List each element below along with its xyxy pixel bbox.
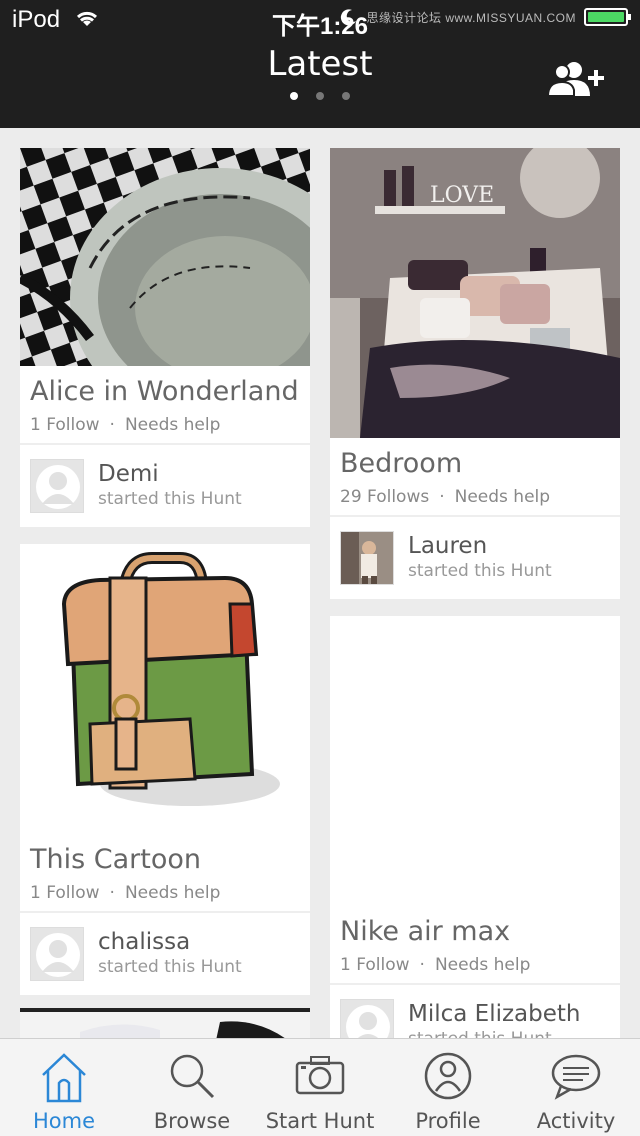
follow-count: 1 Follow xyxy=(30,883,100,903)
page-indicator[interactable] xyxy=(0,92,640,100)
tab-label: Start Hunt xyxy=(265,1109,375,1133)
hunt-title: Alice in Wonderland xyxy=(30,376,299,407)
user-name[interactable]: Milca Elizabeth xyxy=(408,1001,581,1027)
top-bar: iPod 下午1:26 思缘设计论坛 www.MISSYUAN.COM Late… xyxy=(0,0,640,128)
hunt-meta: 1 Follow · Needs help xyxy=(20,407,310,443)
user-name[interactable]: Lauren xyxy=(408,533,487,559)
person-plus-icon[interactable] xyxy=(548,60,606,98)
user-action: started this Hunt xyxy=(408,561,552,581)
tab-profile[interactable]: Profile xyxy=(384,1039,512,1136)
hunt-starter[interactable]: Lauren started this Hunt xyxy=(330,515,620,599)
hunt-starter[interactable]: Milca Elizabeth started this Hunt xyxy=(330,983,620,1038)
hunt-meta: 1 Follow · Needs help xyxy=(330,947,620,983)
hunt-title: Bedroom xyxy=(340,448,463,479)
tab-start-hunt[interactable]: Start Hunt xyxy=(256,1039,384,1136)
magnifier-icon xyxy=(170,1054,215,1099)
follow-count: 1 Follow xyxy=(30,415,100,435)
hunt-image[interactable]: LOVE xyxy=(330,148,620,438)
needs-help-label: Needs help xyxy=(124,883,221,903)
user-name[interactable]: Demi xyxy=(98,461,159,487)
tab-label: Activity xyxy=(536,1109,616,1133)
user-action: started this Hunt xyxy=(98,957,242,977)
tab-label: Browse xyxy=(153,1109,231,1133)
tab-label: Profile xyxy=(415,1109,481,1133)
hunt-starter[interactable]: chalissa started this Hunt xyxy=(20,911,310,995)
meta-separator: · xyxy=(439,487,445,507)
hunt-title: This Cartoon xyxy=(30,844,201,875)
follow-count: 1 Follow xyxy=(340,955,410,975)
hunt-card[interactable]: This Cartoon 1 Follow · Needs help chaliss… xyxy=(20,544,310,995)
status-right: 思缘设计论坛 www.MISSYUAN.COM xyxy=(340,8,631,26)
needs-help-label: Needs help xyxy=(124,415,221,435)
hunt-title: Nike air max xyxy=(340,916,511,947)
speech-bubble-icon xyxy=(551,1054,601,1100)
page-title: Latest xyxy=(267,44,373,84)
hunt-meta: 29 Follows · Needs help xyxy=(330,479,620,515)
hunt-card[interactable]: LOVE Bedroom 29 Follows · Needs help Lau… xyxy=(330,148,620,599)
avatar[interactable] xyxy=(30,459,84,513)
meta-separator: · xyxy=(419,955,425,975)
page-dot[interactable] xyxy=(342,92,350,100)
tab-bar: Home Browse Start Hunt Profile Activity xyxy=(0,1038,640,1136)
user-action: started this Hunt xyxy=(408,1029,552,1038)
hunt-card[interactable]: Alice in Wonderland 1 Follow · Needs help … xyxy=(20,148,310,527)
image-love-text: LOVE xyxy=(430,183,494,208)
house-icon xyxy=(42,1053,86,1103)
hunt-meta: 1 Follow · Needs help xyxy=(20,875,310,911)
hunt-starter[interactable]: Demi started this Hunt xyxy=(20,443,310,527)
tab-activity[interactable]: Activity xyxy=(512,1039,640,1136)
tab-label: Home xyxy=(32,1109,95,1133)
hunt-image[interactable] xyxy=(20,1012,310,1038)
meta-separator: · xyxy=(109,883,115,903)
hunt-card[interactable]: Nike air max 1 Follow · Needs help Milca E… xyxy=(330,616,620,1038)
hunt-image[interactable] xyxy=(20,544,310,834)
moon-icon xyxy=(341,9,357,26)
user-action: started this Hunt xyxy=(98,489,242,509)
camera-icon xyxy=(295,1056,345,1095)
avatar[interactable] xyxy=(340,531,394,585)
follow-count: 29 Follows xyxy=(340,487,430,507)
needs-help-label: Needs help xyxy=(434,955,531,975)
hunt-image[interactable] xyxy=(20,148,310,366)
status-bar: iPod 下午1:26 思缘设计论坛 www.MISSYUAN.COM xyxy=(0,0,640,40)
avatar[interactable] xyxy=(340,999,394,1038)
tab-home[interactable]: Home xyxy=(0,1039,128,1136)
user-name[interactable]: chalissa xyxy=(98,929,190,955)
battery-level xyxy=(588,12,624,22)
battery-icon xyxy=(584,8,631,26)
hunt-card[interactable] xyxy=(20,1008,310,1038)
page-dot[interactable] xyxy=(290,92,298,100)
hunt-image[interactable] xyxy=(330,616,620,906)
meta-separator: · xyxy=(109,415,115,435)
watermark-text: 思缘设计论坛 www.MISSYUAN.COM xyxy=(366,10,576,25)
hunt-feed[interactable]: Alice in Wonderland 1 Follow · Needs help … xyxy=(0,128,640,1038)
tab-browse[interactable]: Browse xyxy=(128,1039,256,1136)
page-dot[interactable] xyxy=(316,92,324,100)
needs-help-label: Needs help xyxy=(454,487,551,507)
person-circle-icon xyxy=(424,1052,472,1100)
avatar[interactable] xyxy=(30,927,84,981)
